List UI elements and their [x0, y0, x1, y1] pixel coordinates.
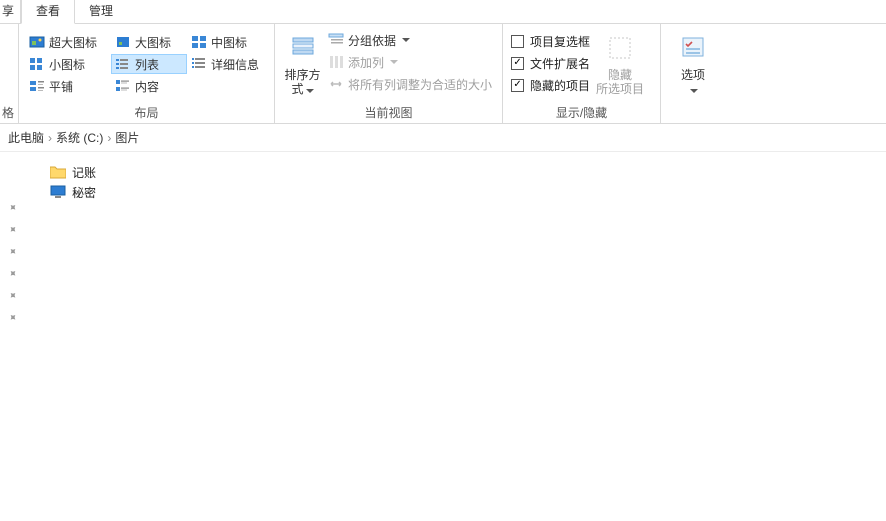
sort-icon [287, 32, 319, 64]
content-area: 记账 秘密 [0, 152, 886, 521]
pin-icon[interactable] [5, 200, 22, 217]
breadcrumb[interactable]: 此电脑 › 系统 (C:) › 图片 [0, 124, 886, 152]
fit-columns-label: 将所有列调整为合适的大小 [348, 76, 492, 93]
ribbon-group-layout: 超大图标 小图标 平铺 [19, 24, 275, 123]
layout-content-label: 内容 [135, 78, 159, 95]
checkbox-icon [511, 35, 524, 48]
layout-details[interactable]: 详细信息 [187, 54, 273, 74]
small-icons-icon [29, 56, 45, 72]
group-by-label: 分组依据 [348, 32, 396, 49]
layout-list[interactable]: 列表 [111, 54, 187, 74]
layout-list-label: 列表 [135, 56, 159, 73]
details-icon [191, 56, 207, 72]
file-extensions-label: 文件扩展名 [530, 55, 590, 72]
hide-icon [604, 32, 636, 64]
pin-icon[interactable] [5, 310, 22, 327]
ribbon: 格 超大图标 [0, 24, 886, 124]
options-icon [677, 32, 709, 64]
breadcrumb-folder[interactable]: 图片 [115, 129, 139, 146]
chevron-down-icon [402, 38, 410, 42]
current-view-group-label: 当前视图 [281, 102, 496, 123]
add-columns-icon [328, 54, 344, 70]
tab-manage[interactable]: 管理 [75, 0, 127, 23]
medium-icons-icon [191, 34, 207, 50]
breadcrumb-separator-icon: › [48, 131, 52, 145]
pin-icon[interactable] [5, 266, 22, 283]
ribbon-group-panes-fragment: 格 [0, 24, 19, 123]
file-name: 秘密 [72, 184, 96, 201]
group-by-icon [328, 32, 344, 48]
chevron-down-icon [390, 60, 398, 64]
sort-by-label: 排序方式 [285, 68, 321, 96]
breadcrumb-separator-icon: › [107, 131, 111, 145]
add-columns-button[interactable]: 添加列 [324, 52, 496, 72]
monitor-icon [50, 185, 66, 199]
layout-small-label: 小图标 [49, 56, 85, 73]
fit-columns-icon [328, 76, 344, 92]
breadcrumb-drive[interactable]: 系统 (C:) [56, 129, 103, 146]
tab-view-label: 查看 [36, 4, 60, 18]
item-checkboxes-toggle[interactable]: 项目复选框 [509, 30, 592, 52]
ribbon-group-current-view: 排序方式 分组依据 添加列 [275, 24, 503, 123]
list-item[interactable]: 记账 [46, 162, 886, 182]
checkbox-icon [511, 79, 524, 92]
ribbon-group-options: 选项 [661, 24, 725, 123]
ribbon-group-show-hide: 项目复选框 文件扩展名 隐藏的项目 隐藏所选项目 显示/隐藏 [503, 24, 661, 123]
sort-by-button[interactable]: 排序方式 [281, 28, 324, 100]
show-hide-group-label: 显示/隐藏 [509, 102, 654, 123]
layout-content[interactable]: 内容 [111, 76, 187, 96]
tab-share-fragment[interactable]: 享 [0, 0, 21, 23]
pin-icon[interactable] [5, 222, 22, 239]
extra-large-icons-icon [29, 34, 45, 50]
add-columns-label: 添加列 [348, 54, 384, 71]
ribbon-tabs: 享 查看 管理 [0, 0, 886, 24]
pin-icon[interactable] [5, 244, 22, 261]
folder-icon [50, 165, 66, 179]
tab-manage-label: 管理 [89, 4, 113, 18]
pin-icon[interactable] [5, 288, 22, 305]
layout-extra-large-icons[interactable]: 超大图标 [25, 32, 111, 52]
chevron-down-icon [306, 89, 314, 93]
chevron-down-icon [690, 89, 698, 93]
content-icon [115, 78, 131, 94]
group-by-button[interactable]: 分组依据 [324, 30, 496, 50]
options-label: 选项 [681, 68, 705, 82]
options-group-label [667, 105, 719, 123]
item-checkboxes-label: 项目复选框 [530, 33, 590, 50]
list-icon [115, 56, 131, 72]
file-name: 记账 [72, 164, 96, 181]
panes-group-label: 格 [2, 102, 14, 123]
tab-share-label: 享 [2, 4, 14, 18]
quick-access-pins [0, 152, 26, 521]
layout-medium-label: 中图标 [211, 34, 247, 51]
layout-medium-icons[interactable]: 中图标 [187, 32, 273, 52]
layout-tiles[interactable]: 平铺 [25, 76, 111, 96]
layout-details-label: 详细信息 [211, 56, 259, 73]
checkbox-icon [511, 57, 524, 70]
file-list[interactable]: 记账 秘密 [26, 152, 886, 521]
layout-large-icons[interactable]: 大图标 [111, 32, 187, 52]
options-button[interactable]: 选项 [667, 28, 719, 100]
layout-group-label: 布局 [25, 102, 268, 123]
large-icons-icon [115, 34, 131, 50]
hidden-items-toggle[interactable]: 隐藏的项目 [509, 74, 592, 96]
file-extensions-toggle[interactable]: 文件扩展名 [509, 52, 592, 74]
hidden-items-label: 隐藏的项目 [530, 77, 590, 94]
list-item[interactable]: 秘密 [46, 182, 886, 202]
fit-columns-button[interactable]: 将所有列调整为合适的大小 [324, 74, 496, 94]
layout-small-icons[interactable]: 小图标 [25, 54, 111, 74]
hide-label: 隐藏 [608, 68, 632, 82]
tab-view[interactable]: 查看 [21, 0, 75, 24]
layout-tiles-label: 平铺 [49, 78, 73, 95]
breadcrumb-root[interactable]: 此电脑 [8, 129, 44, 146]
layout-extra-large-label: 超大图标 [49, 34, 97, 51]
tiles-icon [29, 78, 45, 94]
hide-selected-label: 所选项目 [596, 82, 644, 96]
layout-large-label: 大图标 [135, 34, 171, 51]
hide-selected-button[interactable]: 隐藏所选项目 [592, 28, 648, 100]
